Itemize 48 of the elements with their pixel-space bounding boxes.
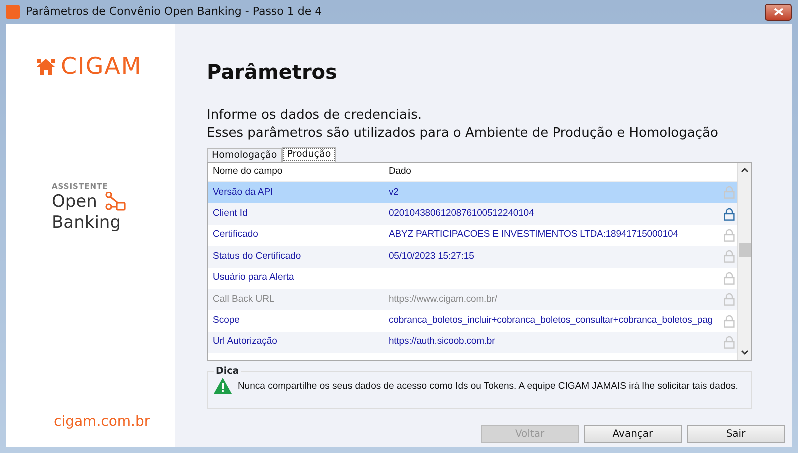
tab[interactable]: Homologação (207, 148, 282, 162)
field-name: Client Id (212, 206, 249, 221)
warning-icon (214, 378, 232, 394)
table-row[interactable]: Url Autorização https://auth.sicoob.com.br (208, 332, 737, 354)
field-value: ABYZ PARTICIPACOES E INVESTIMENTOS LTDA:18941715000104 (388, 228, 680, 242)
field-value: v2 (388, 186, 400, 200)
logo-icon (36, 58, 56, 76)
network-icon (105, 192, 128, 212)
scrollbar[interactable] (737, 163, 751, 360)
field-name: Scope (212, 314, 241, 328)
field-value: https://www.cigam.com.br/ (388, 292, 498, 307)
field-value: 05/10/2023 15:27:15 (388, 250, 476, 264)
table-row[interactable]: Usuário para Alerta (208, 268, 737, 289)
column-header: Nome do campo (212, 164, 284, 179)
field-name: Url Autorização (212, 335, 278, 350)
dialog-button[interactable]: Avançar (584, 425, 682, 443)
field-value: 0201043806120876100512240104 (388, 206, 536, 221)
intro-text: Esses parâmetros são utilizados para o Ambiente de Produção e Homologação (207, 125, 720, 143)
field-value: https://auth.sicoob.com.br (388, 335, 496, 350)
close-button[interactable] (765, 4, 792, 20)
app-icon (6, 5, 20, 19)
column-header: Dado (388, 164, 412, 179)
table-row[interactable]: Scope cobranca_boletos_incluir+cobranca_boletos_consultar+cobranca_boletos_pag (208, 310, 737, 332)
product-name: Banking (52, 212, 121, 234)
tip-title: Dica (214, 366, 242, 377)
close-icon (774, 8, 784, 16)
field-name: Status do Certificado (212, 250, 302, 264)
page-heading: Parâmetros (207, 60, 338, 84)
intro-text: Informe os dados de credenciais. (207, 107, 424, 125)
table-row[interactable]: Status do Certificado 05/10/2023 15:27:15 (208, 246, 737, 268)
scroll-up-icon[interactable] (740, 167, 748, 173)
field-name: Certificado (212, 228, 260, 242)
scroll-down-icon[interactable] (740, 350, 748, 356)
scrollbar-thumb[interactable] (738, 243, 750, 257)
tip-text: Nunca compartilhe os seus dados de acesso como Ids ou Tokens. A equipe CIGAM JAMAIS irá lhe solicitar tais dados. (238, 380, 738, 394)
field-value: cobranca_boletos_incluir+cobranca_boletos_consultar+cobranca_boletos_pag (388, 314, 714, 328)
table-row[interactable]: Versão da API v2 (208, 182, 737, 204)
field-name: Versão da API (212, 186, 274, 200)
table-row[interactable]: Client Id 0201043806120876100512240104 (208, 203, 737, 225)
field-name: Call Back URL (212, 292, 276, 307)
tab[interactable]: Produção (282, 147, 336, 162)
table-row[interactable]: Certificado ABYZ PARTICIPACOES E INVESTIMENTOS LTDA:18941715000104 (208, 224, 737, 246)
product-name: Open (52, 192, 98, 213)
lock-icon[interactable] (724, 208, 735, 221)
window-title: Parâmetros de Convênio Open Banking - Passo 1 de 4 (26, 4, 322, 20)
field-name: Usuário para Alerta (212, 271, 296, 286)
dialog-button[interactable]: Sair (687, 425, 785, 443)
logo-text: CIGAM (61, 53, 142, 82)
